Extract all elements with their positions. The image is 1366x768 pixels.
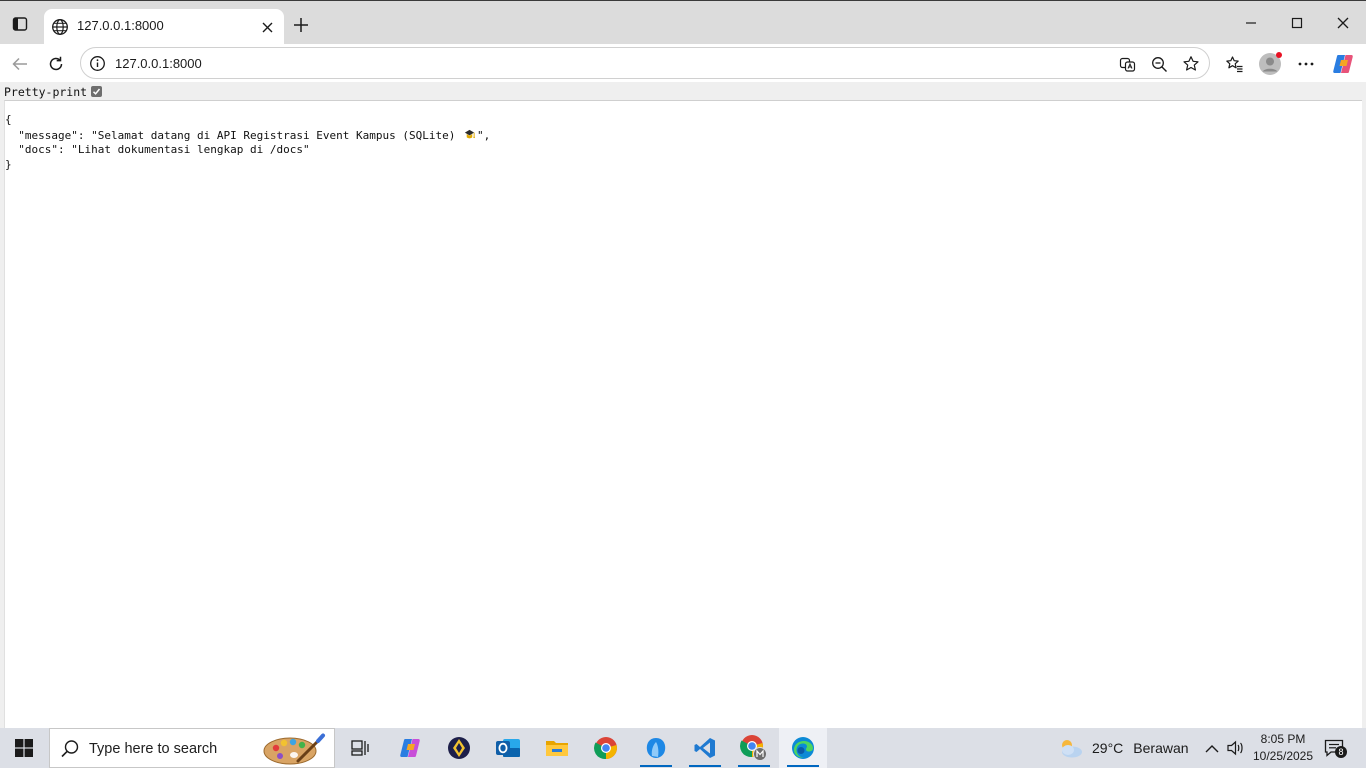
windows-taskbar: Type here to search 29°C Berawan 8:05 PM… [0,728,1366,768]
back-arrow-icon [12,57,27,71]
browser-toolbar: 127.0.0.1:8000 [0,44,1366,82]
taskbar-chrome[interactable] [582,728,630,768]
json-line-message: "message": "Selamat datang di API Regist… [5,128,490,144]
windows-logo-icon [15,739,33,757]
taskbar-task-view[interactable] [336,728,384,768]
maximize-button[interactable] [1274,9,1320,37]
tab-actions-icon [12,17,28,31]
close-window-icon [1337,17,1349,29]
browser-tab[interactable]: 127.0.0.1:8000 [44,9,284,45]
close-icon [262,22,272,32]
url-text[interactable]: 127.0.0.1:8000 [115,56,202,71]
copilot-app-icon [400,739,420,757]
new-tab-button[interactable] [288,12,314,38]
start-button[interactable] [0,728,48,768]
json-line: { [5,113,12,126]
active-indicator [640,765,672,767]
star-icon [1183,56,1199,71]
address-bar[interactable]: 127.0.0.1:8000 [80,47,1210,79]
taskbar-vscode[interactable] [681,728,729,768]
copilot-button[interactable] [1328,49,1358,79]
close-window-button[interactable] [1320,9,1366,37]
json-message-end: ", [476,128,491,142]
taskbar-search-box[interactable]: Type here to search [49,728,335,768]
weather-temperature: 29°C [1092,740,1124,756]
favorites-button[interactable] [1219,49,1249,79]
volume-icon [1227,740,1243,756]
taskbar-clock[interactable]: 8:05 PM 10/25/2025 [1245,731,1321,765]
file-explorer-icon [546,741,568,756]
settings-more-button[interactable] [1291,49,1321,79]
app-blue-icon [646,738,666,758]
search-placeholder: Type here to search [89,741,218,757]
profile-button[interactable] [1255,49,1285,79]
outlook-icon [496,739,520,757]
taskbar-chrome-profile[interactable] [730,728,778,768]
back-button[interactable] [5,49,35,79]
pretty-print-label: Pretty-print [4,84,88,99]
partly-cloudy-icon [1062,740,1082,758]
json-message-text: "message": "Selamat datang di API Regist… [5,128,462,142]
weather-widget[interactable]: 29°C Berawan [1056,728,1189,768]
active-indicator [787,765,819,767]
minimize-button[interactable] [1228,9,1274,37]
taskbar-file-explorer[interactable] [533,728,581,768]
translate-icon [1119,57,1135,72]
browser-titlebar: 127.0.0.1:8000 [0,0,1366,45]
taskbar-copilot[interactable] [386,728,434,768]
info-icon[interactable] [89,55,106,72]
task-view-icon [351,740,369,756]
notification-count-badge: 8 [1335,746,1347,758]
vscode-icon [694,738,715,758]
clock-time: 8:05 PM [1260,732,1306,746]
json-document: { "message": "Selamat datang di API Regi… [4,100,1362,728]
clock-date: 10/25/2025 [1252,749,1314,763]
edge-icon [792,737,814,759]
search-icon [61,740,79,758]
favorite-button[interactable] [1181,54,1201,74]
chrome-profile-icon [740,735,767,761]
taskbar-app[interactable] [435,728,483,768]
favorites-icon [1225,55,1242,72]
copilot-icon [1333,55,1353,73]
taskbar-app-blue[interactable] [632,728,680,768]
tab-actions-button[interactable] [6,11,34,37]
taskbar-outlook[interactable] [484,728,532,768]
minimize-icon [1246,22,1256,24]
read-aloud-button[interactable] [1117,54,1137,74]
taskbar-edge[interactable] [779,728,827,768]
active-indicator [689,765,721,767]
refresh-button[interactable] [41,49,71,79]
plus-icon [294,18,308,32]
app-icon [448,737,470,759]
more-icon [1298,62,1314,66]
zoom-out-icon [1151,56,1167,72]
chevron-up-icon [1205,744,1219,752]
paint-palette-icon [263,733,325,765]
active-indicator [738,765,770,767]
json-output: { "message": "Selamat datang di API Regi… [5,113,490,172]
maximize-icon [1291,17,1303,29]
tab-title: 127.0.0.1:8000 [77,18,164,33]
pretty-print-checkbox[interactable] [91,86,103,97]
json-line-docs: "docs": "Lihat dokumentasi lengkap di /d… [5,143,310,156]
page-viewport: Pretty-print { "message": "Selamat datan… [0,82,1366,728]
json-line: } [5,157,12,171]
refresh-icon [49,56,63,71]
zoom-button[interactable] [1149,54,1169,74]
show-hidden-icons-button[interactable] [1202,738,1222,758]
chrome-icon [594,737,617,760]
avatar-icon [1259,52,1282,75]
globe-icon [52,19,68,35]
emoji-icon [464,129,475,138]
pretty-print-toggle[interactable]: Pretty-print [4,84,103,99]
weather-condition: Berawan [1133,740,1189,756]
checkmark-icon [93,88,101,95]
volume-button[interactable] [1226,738,1246,758]
tab-close-button[interactable] [256,16,278,38]
